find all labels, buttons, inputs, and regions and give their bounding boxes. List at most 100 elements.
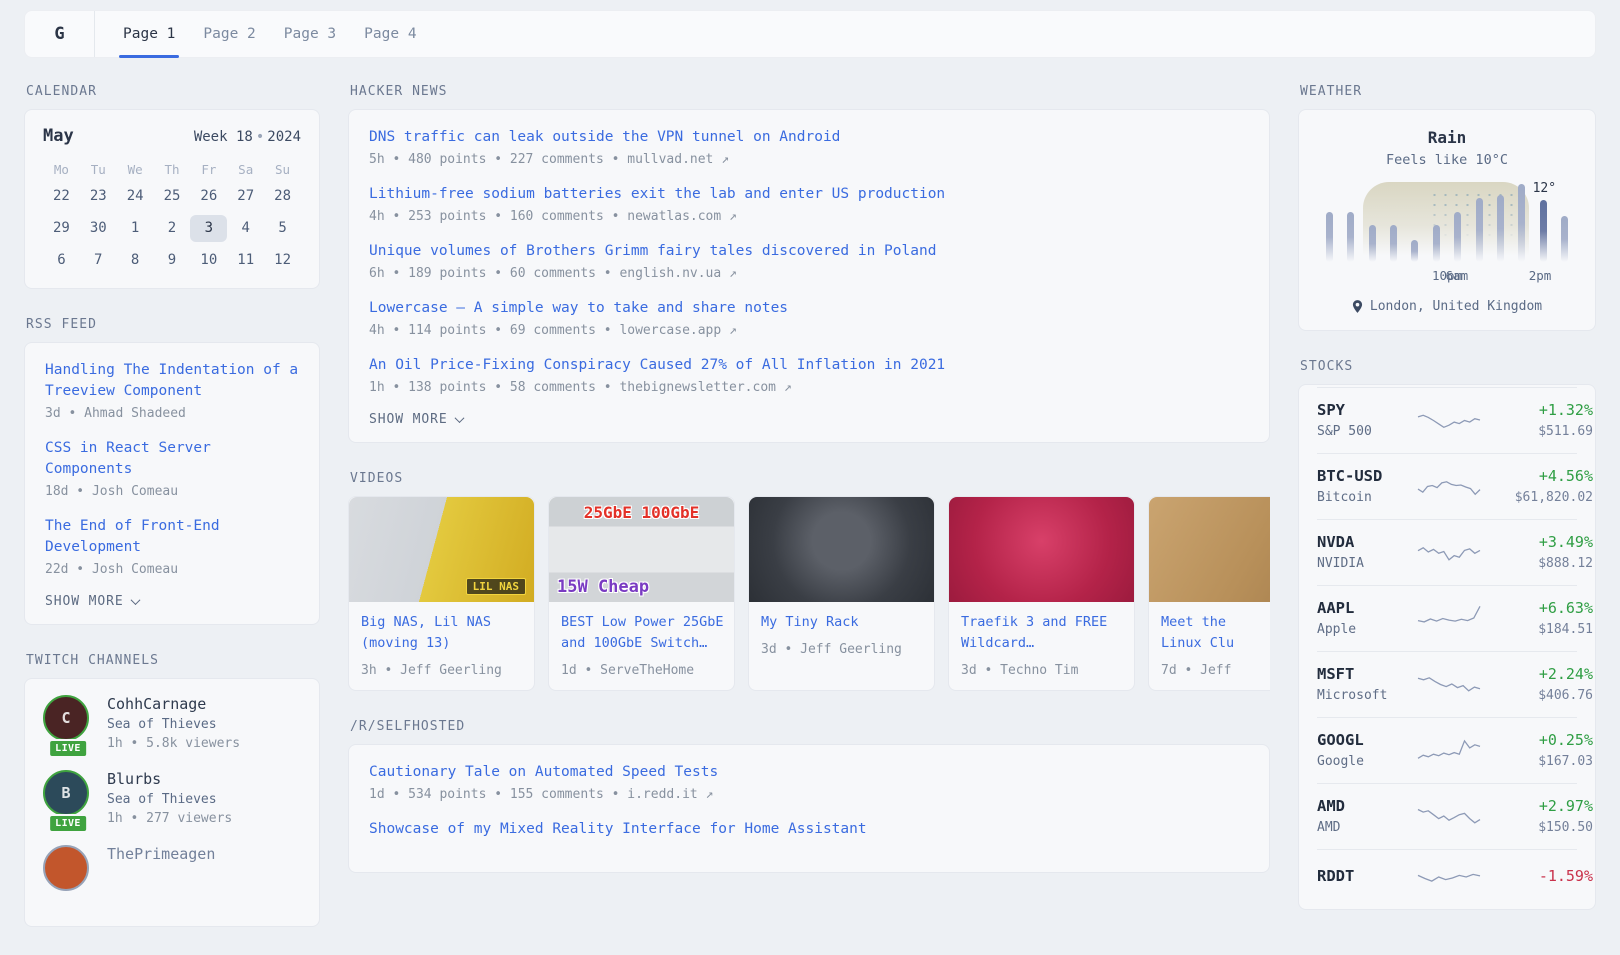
- page-tab[interactable]: Page 4: [350, 11, 430, 57]
- stock-row[interactable]: RDDT -1.59%: [1317, 849, 1577, 907]
- stock-symbol: RDDT: [1317, 867, 1417, 885]
- thumbnail-overlay-text: LIL NAS: [466, 578, 526, 595]
- video-card[interactable]: LIL NAS Big NAS, Lil NAS(moving 13) 3h •…: [348, 496, 535, 691]
- selfhosted-item-title[interactable]: Cautionary Tale on Automated Speed Tests: [369, 762, 1249, 783]
- calendar-day-name: Tu: [80, 162, 117, 177]
- twitch-channel-row[interactable]: ThePrimeagen: [43, 845, 301, 891]
- twitch-section: TWITCH CHANNELS C LIVE CohhCarnage Sea o…: [24, 653, 320, 927]
- stock-row[interactable]: GOOGL Google +0.25% $167.03: [1317, 717, 1577, 783]
- video-title[interactable]: Traefik 3 and FREEWildcard…: [961, 612, 1122, 654]
- weather-hour-bar: [1326, 212, 1333, 262]
- hacker-news-item-meta: 4h • 253 points • 160 comments • newatla…: [369, 209, 1249, 224]
- twitch-channel-name: CohhCarnage: [107, 695, 240, 713]
- weather-hour-bar: 12°: [1540, 200, 1547, 262]
- twitch-channel-row[interactable]: C LIVE CohhCarnage Sea of Thieves 1h • 5…: [43, 695, 301, 751]
- weather-location: London, United Kingdom: [1317, 299, 1577, 314]
- calendar-year: 2024: [267, 129, 301, 145]
- video-card[interactable]: FAS Meet theLinux Clu 7d • Jeff: [1148, 496, 1270, 691]
- hacker-news-item-title[interactable]: Unique volumes of Brothers Grimm fairy t…: [369, 241, 1249, 262]
- calendar-date: 10: [190, 247, 227, 274]
- stock-symbol: AMD: [1317, 797, 1417, 815]
- calendar-date: 29: [43, 215, 80, 242]
- hacker-news-section: HACKER NEWS DNS traffic can leak outside…: [348, 84, 1270, 443]
- thumbnail-overlay-text: 25GbE 100GbE: [584, 503, 700, 522]
- twitch-channel-row[interactable]: B LIVE Blurbs Sea of Thieves 1h • 277 vi…: [43, 770, 301, 826]
- weather-hour-bar: [1411, 240, 1418, 262]
- live-badge: LIVE: [48, 814, 88, 833]
- video-title[interactable]: BEST Low Power 25GbEand 100GbE Switch…: [561, 612, 722, 654]
- thumbnail-overlay-text: 15W Cheap: [557, 577, 649, 597]
- calendar-date: 7: [80, 247, 117, 274]
- video-title[interactable]: My Tiny Rack: [761, 612, 922, 633]
- twitch-channel-meta: 1h • 277 viewers: [107, 811, 232, 826]
- weather-bars: 12°: [1323, 182, 1571, 262]
- page-tab[interactable]: Page 1: [109, 11, 189, 57]
- calendar-day-name: We: [117, 162, 154, 177]
- stock-symbol: NVDA: [1317, 533, 1417, 551]
- stock-row[interactable]: SPY S&P 500 +1.32% $511.69: [1317, 387, 1577, 453]
- calendar-date: 28: [264, 183, 301, 210]
- app-logo[interactable]: G: [25, 11, 95, 57]
- middle-column: HACKER NEWS DNS traffic can leak outside…: [348, 84, 1270, 901]
- twitch-channel-name: Blurbs: [107, 770, 232, 788]
- hacker-news-item-title[interactable]: An Oil Price-Fixing Conspiracy Caused 27…: [369, 355, 1249, 376]
- rss-item-meta: 18d • Josh Comeau: [45, 484, 299, 499]
- stocks-widget: SPY S&P 500 +1.32% $511.69 BTC-USD: [1298, 384, 1596, 910]
- calendar-day-name: Sa: [227, 162, 264, 177]
- weather-time-label: 10pm: [1432, 268, 1462, 283]
- stock-price: $888.12: [1481, 556, 1593, 571]
- hacker-news-list: DNS traffic can leak outside the VPN tun…: [369, 127, 1249, 395]
- stock-sparkline: [1417, 669, 1481, 699]
- stock-price: $150.50: [1481, 820, 1593, 835]
- stock-row[interactable]: AMD AMD +2.97% $150.50: [1317, 783, 1577, 849]
- stock-name: Google: [1317, 754, 1417, 769]
- hacker-news-item-title[interactable]: Lowercase – A simple way to take and sha…: [369, 298, 1249, 319]
- calendar-date: 9: [154, 247, 191, 274]
- calendar-month: May: [43, 126, 74, 146]
- calendar-week-year: Week 18•2024: [194, 129, 301, 145]
- twitch-channel-game: Sea of Thieves: [107, 717, 240, 732]
- twitch-channel-meta: 1h • 5.8k viewers: [107, 736, 240, 751]
- rss-section: RSS FEED Handling The Indentation of a T…: [24, 317, 320, 625]
- video-card[interactable]: 25GbE 100GbE 15W Cheap BEST Low Power 25G…: [548, 496, 735, 691]
- stock-name: Microsoft: [1317, 688, 1417, 703]
- rss-item: Handling The Indentation of a Treeview C…: [45, 360, 299, 421]
- selfhosted-item: Cautionary Tale on Automated Speed Tests…: [369, 762, 1249, 802]
- stock-symbol: MSFT: [1317, 665, 1417, 683]
- video-card[interactable]: My Tiny Rack 3d • Jeff Geerling: [748, 496, 935, 691]
- stock-row[interactable]: NVDA NVIDIA +3.49% $888.12: [1317, 519, 1577, 585]
- stocks-section: STOCKS SPY S&P 500 +1.32% $511.69: [1298, 359, 1596, 910]
- rss-item-title[interactable]: Handling The Indentation of a Treeview C…: [45, 360, 299, 402]
- stock-row[interactable]: BTC-USD Bitcoin +4.56% $61,820.02: [1317, 453, 1577, 519]
- rss-item-title[interactable]: The End of Front-End Development: [45, 516, 299, 558]
- video-title[interactable]: Meet theLinux Clu: [1161, 612, 1270, 654]
- weather-hour-bar: [1369, 225, 1376, 262]
- stock-row[interactable]: MSFT Microsoft +2.24% $406.76: [1317, 651, 1577, 717]
- hacker-news-item-title[interactable]: Lithium-free sodium batteries exit the l…: [369, 184, 1249, 205]
- videos-section: VIDEOS LIL NAS Big NAS, Lil NAS(moving 1…: [348, 471, 1270, 691]
- stock-price: $167.03: [1481, 754, 1593, 769]
- stock-name: NVIDIA: [1317, 556, 1417, 571]
- video-thumbnail: FAS: [1149, 497, 1270, 602]
- rss-item-meta: 3d • Ahmad Shadeed: [45, 406, 299, 421]
- video-card[interactable]: Traefik 3 and FREEWildcard… 3d • Techno …: [948, 496, 1135, 691]
- rss-item-title[interactable]: CSS in React Server Components: [45, 438, 299, 480]
- calendar-dates: 222324252627282930123456789101112: [43, 183, 301, 274]
- page-tab[interactable]: Page 3: [270, 11, 350, 57]
- selfhosted-section-label: /R/SELFHOSTED: [350, 719, 1270, 734]
- rss-show-more-button[interactable]: SHOW MORE: [45, 594, 299, 609]
- hacker-news-widget: DNS traffic can leak outside the VPN tun…: [348, 109, 1270, 443]
- hacker-news-show-more-button[interactable]: SHOW MORE: [369, 412, 1249, 427]
- weather-time-label: 2pm: [1529, 268, 1552, 283]
- twitch-channel-name: ThePrimeagen: [107, 845, 215, 863]
- hacker-news-item-title[interactable]: DNS traffic can leak outside the VPN tun…: [369, 127, 1249, 148]
- weather-hour-bar: [1561, 216, 1568, 262]
- rss-item: The End of Front-End Development 22d • J…: [45, 516, 299, 577]
- calendar-date: 5: [264, 215, 301, 242]
- stock-row[interactable]: AAPL Apple +6.63% $184.51: [1317, 585, 1577, 651]
- selfhosted-item-title[interactable]: Showcase of my Mixed Reality Interface f…: [369, 819, 1249, 840]
- page-tab[interactable]: Page 2: [189, 11, 269, 57]
- calendar-date: 25: [154, 183, 191, 210]
- calendar-date: 1: [117, 215, 154, 242]
- video-title[interactable]: Big NAS, Lil NAS(moving 13): [361, 612, 522, 654]
